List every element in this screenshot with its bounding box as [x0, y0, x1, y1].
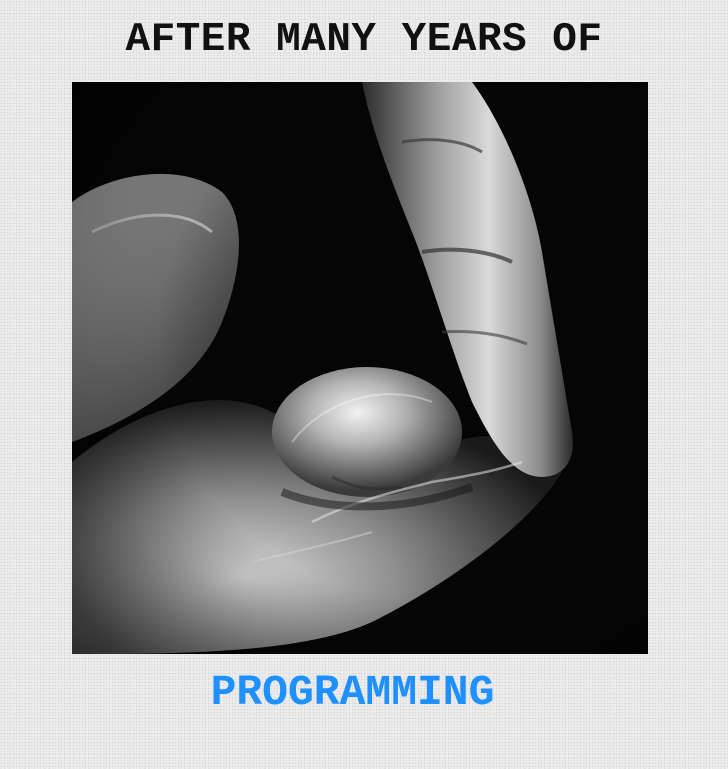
flexed-finger-photo: [72, 82, 648, 654]
top-caption: AFTER MANY YEARS OF: [125, 17, 603, 63]
finger-bicep-illustration: [72, 82, 648, 654]
bottom-caption: PROGRAMMING: [210, 668, 495, 717]
